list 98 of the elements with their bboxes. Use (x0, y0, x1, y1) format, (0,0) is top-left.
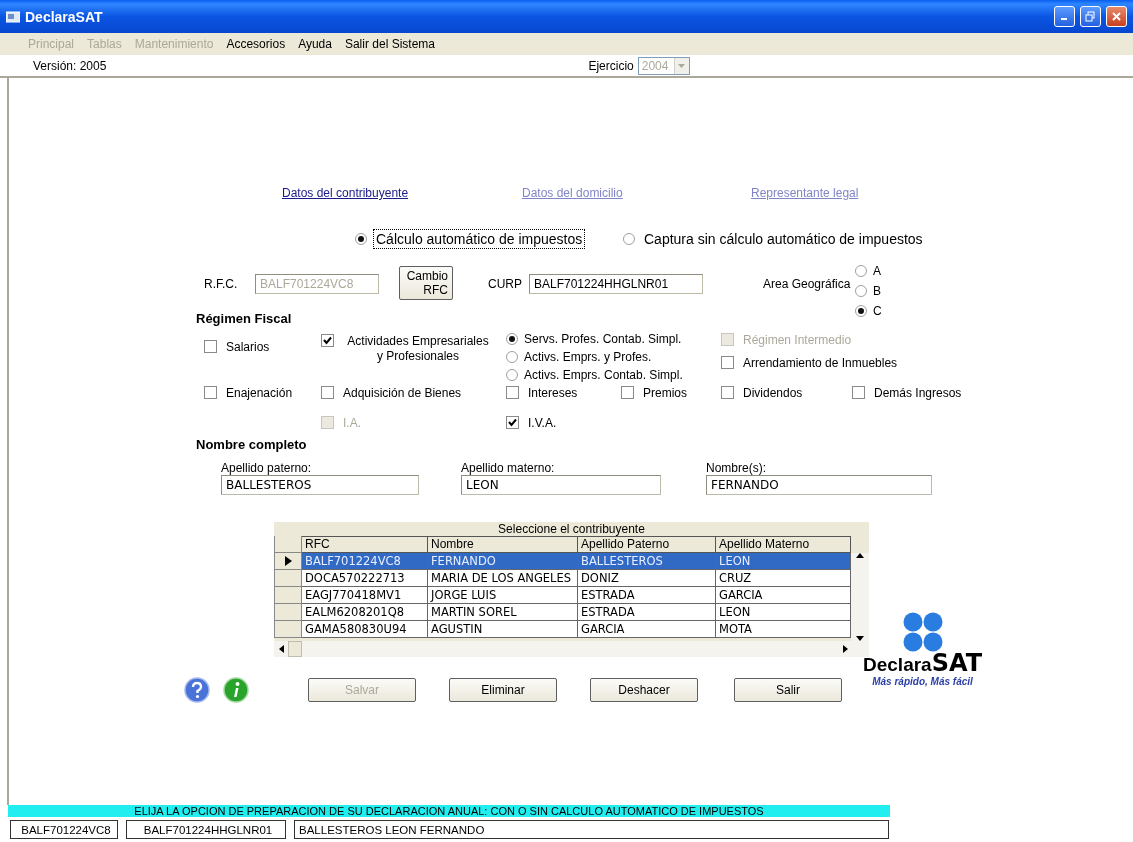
table-cell[interactable]: EAGJ770418MV1 (302, 587, 428, 604)
checkbox[interactable]: Salarios (204, 340, 321, 354)
dropdown-arrow-icon (678, 63, 686, 68)
radio-button[interactable] (855, 265, 867, 277)
close-icon (1111, 11, 1122, 22)
curp-label: CURP (488, 277, 522, 291)
table-cell[interactable]: LEON (716, 553, 851, 570)
action-button[interactable]: Salir (734, 678, 842, 702)
table-cell[interactable]: GAMA580830U94 (302, 621, 428, 638)
restore-button[interactable] (1080, 6, 1101, 27)
section-link[interactable]: Datos del contribuyente (282, 186, 409, 200)
table-cell[interactable]: MARTIN SOREL (428, 604, 578, 621)
table-cell[interactable]: BALF701224VC8 (302, 553, 428, 570)
radio-option[interactable]: Captura sin cálculo automático de impuestos (623, 229, 953, 249)
name-field[interactable]: BALLESTEROS (221, 475, 419, 495)
table-cell[interactable]: MOTA (716, 621, 851, 638)
horizontal-scrollbar[interactable] (274, 641, 869, 657)
table-cell[interactable]: ESTRADA (578, 604, 716, 621)
checkbox[interactable]: Arrendamiento de Inmuebles (721, 356, 898, 370)
radio-option[interactable]: A (855, 264, 882, 278)
table-cell[interactable]: DONIZ (578, 570, 716, 587)
table-cell[interactable]: CRUZ (716, 570, 851, 587)
radio-option[interactable]: Activs. Emprs. y Profes. (506, 350, 721, 364)
checkbox[interactable]: Premios (621, 386, 721, 400)
radio-button[interactable] (355, 233, 367, 245)
radio-button[interactable] (506, 351, 518, 363)
field-label: Apellido materno: (461, 461, 556, 475)
status-field: BALLESTEROS LEON FERNANDO (294, 820, 889, 839)
scroll-thumb[interactable] (288, 641, 302, 657)
scroll-up-icon[interactable] (856, 553, 864, 558)
field-label: Apellido paterno: (221, 461, 313, 475)
radio-button[interactable] (506, 333, 518, 345)
radio-option[interactable]: B (855, 284, 882, 298)
menu-item[interactable]: Accesorios (226, 37, 286, 51)
check-icon (508, 418, 517, 427)
close-button[interactable] (1106, 6, 1127, 27)
table-cell[interactable]: BALLESTEROS (578, 553, 716, 570)
status-field: BALF701224VC8 (10, 820, 118, 839)
minimize-button[interactable] (1054, 6, 1075, 27)
scroll-right-icon[interactable] (843, 645, 849, 653)
info-icon[interactable] (223, 677, 249, 703)
table-cell[interactable]: AGUSTIN (428, 621, 578, 638)
ejercicio-label: Ejercicio (588, 58, 634, 73)
version-label: Versión: 2005 (33, 58, 107, 73)
status-field: BALF701224HHGLNR01 (126, 820, 286, 839)
section-title: Nombre completo (196, 436, 307, 452)
table-cell[interactable]: ESTRADA (578, 587, 716, 604)
checkbox[interactable]: Enajenación (204, 386, 321, 400)
area-label: Area Geográfica (763, 277, 851, 291)
column-header[interactable]: RFC (302, 536, 428, 553)
checkbox[interactable]: Dividendos (721, 386, 852, 400)
scroll-left-icon[interactable] (278, 645, 284, 653)
curp-field[interactable]: BALF701224HHGLNR01 (529, 274, 703, 294)
checkbox[interactable]: Intereses (506, 386, 621, 400)
column-header[interactable]: Apellido Paterno (578, 536, 716, 553)
radio-button[interactable] (855, 305, 867, 317)
table-cell[interactable]: EALM6208201Q8 (302, 604, 428, 621)
radio-button[interactable] (623, 233, 635, 245)
help-icon[interactable] (184, 677, 210, 703)
checkbox[interactable]: Demás Ingresos (852, 386, 992, 400)
radio-button[interactable] (855, 285, 867, 297)
section-title: Régimen Fiscal (196, 310, 292, 326)
rfc-label: R.F.C. (204, 277, 238, 291)
radio-button[interactable] (506, 369, 518, 381)
row-header[interactable] (274, 553, 302, 570)
vertical-scrollbar[interactable] (851, 553, 869, 641)
change-rfc-button[interactable]: Cambio RFC (399, 266, 453, 300)
action-button[interactable]: Deshacer (590, 678, 698, 702)
table-cell[interactable]: FERNANDO (428, 553, 578, 570)
name-field[interactable]: FERNANDO (706, 475, 932, 495)
logo-wordmark: DeclaraSAT (863, 652, 983, 676)
check-icon (323, 336, 332, 345)
action-button[interactable]: Eliminar (449, 678, 557, 702)
table-cell[interactable]: GARCIA (716, 587, 851, 604)
grid-caption: Seleccione el contribuyente (497, 522, 646, 536)
column-header[interactable]: Apellido Materno (716, 536, 851, 553)
name-field[interactable]: LEON (461, 475, 661, 495)
status-message: ELIJA LA OPCION DE PREPARACION DE SU DECLARACION ANUAL: CON O SIN CALCULO AUTOMATICO DE IMPUESTOS (8, 805, 890, 817)
column-header[interactable]: Nombre (428, 536, 578, 553)
table-cell[interactable]: JORGE LUIS (428, 587, 578, 604)
table-cell[interactable]: LEON (716, 604, 851, 621)
radio-option[interactable]: Activs. Emprs. Contab. Simpl. (506, 368, 721, 382)
radio-option[interactable]: C (855, 304, 882, 318)
checkbox[interactable]: I.V.A. (506, 416, 691, 430)
checkbox[interactable]: Actividades Empresariales y Profesionales (321, 334, 506, 364)
table-cell[interactable]: GARCIA (578, 621, 716, 638)
window-title: DeclaraSAT (25, 8, 104, 25)
table-cell[interactable]: DOCA570222713 (302, 570, 428, 587)
radio-option[interactable]: Servs. Profes. Contab. Simpl. (506, 332, 721, 346)
checkbox[interactable]: Adquisición de Bienes (321, 386, 506, 400)
logo-tagline: Más rápido, Más fácil (872, 676, 973, 687)
table-cell[interactable]: MARIA DE LOS ANGELES (428, 570, 578, 587)
logo-circles-icon (902, 612, 943, 652)
menu-item[interactable]: Salir del Sistema (344, 37, 435, 51)
app-icon (6, 10, 20, 23)
menu-item[interactable]: Ayuda (298, 37, 332, 51)
restore-icon (1085, 11, 1096, 22)
field-label: Nombre(s): (706, 461, 767, 475)
